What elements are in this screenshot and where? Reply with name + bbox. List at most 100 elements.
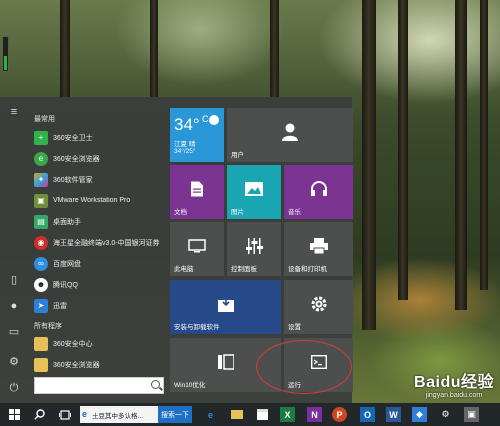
start-search-input[interactable] xyxy=(34,377,164,394)
computer-icon xyxy=(188,239,206,253)
tile-music[interactable]: 音乐 xyxy=(284,165,353,219)
tile-this-pc[interactable]: 此电脑 xyxy=(170,222,224,276)
weather-range: 34°/25° xyxy=(174,148,196,155)
hamburger-menu-icon[interactable]: ≡ xyxy=(7,105,21,119)
task-view-icon[interactable] xyxy=(57,407,72,422)
install-box-icon xyxy=(217,295,234,312)
tile-control-panel[interactable]: 控制面板 xyxy=(227,222,281,276)
onenote-icon[interactable]: N xyxy=(307,407,322,422)
tile-user[interactable]: 用户 xyxy=(227,108,353,162)
baidu-netdisk-icon: ∞ xyxy=(34,256,48,271)
weather-unit: C xyxy=(202,114,209,124)
taskbar-search-input[interactable]: e 土豆其中多认格... xyxy=(80,406,158,423)
tablet-mode-icon[interactable]: ▯ xyxy=(7,273,21,287)
qq-icon: ☻ xyxy=(34,277,48,292)
outlook-icon[interactable]: O xyxy=(360,407,375,422)
app-icon[interactable]: ▣ xyxy=(464,407,479,422)
tile-settings[interactable]: 设置 xyxy=(284,280,353,334)
ie-icon: e xyxy=(82,409,88,419)
neptune-terminal-icon: ◉ xyxy=(34,235,48,250)
app-label: 360安全浏览器 xyxy=(53,361,100,369)
tree-trunk xyxy=(480,0,488,290)
app-label: 360安全浏览器 xyxy=(53,155,100,163)
app-label: 桌面助手 xyxy=(53,218,81,226)
360-software-manager-icon: ✦ xyxy=(34,172,48,187)
app-baidu-netdisk[interactable]: ∞ 百度网盘 xyxy=(34,255,164,272)
volume-level-bar xyxy=(2,36,9,72)
tile-install-uninstall[interactable]: 安装与卸载软件 xyxy=(170,280,281,334)
folder-icon[interactable] xyxy=(229,407,244,422)
folder-icon xyxy=(34,336,48,351)
tile-pictures[interactable]: 图片 xyxy=(227,165,281,219)
app-label: 百度网盘 xyxy=(53,260,81,268)
excel-icon[interactable]: X xyxy=(280,407,295,422)
powerpoint-icon[interactable]: P xyxy=(332,407,347,422)
tile-weather[interactable]: 34° C 江夏 晴 34°/25° xyxy=(170,108,224,162)
tile-label: 此电脑 xyxy=(174,266,194,273)
tile-label: 设置 xyxy=(288,324,301,331)
tile-label: 图片 xyxy=(231,209,244,216)
section-header-all-programs: 所有程序 xyxy=(34,323,62,330)
user-account-icon[interactable]: ● xyxy=(7,299,21,313)
app-360-software-manager[interactable]: ✦ 360软件管家 xyxy=(34,171,164,188)
tree-trunk xyxy=(398,0,408,300)
app-qq[interactable]: ☻ 腾讯QQ xyxy=(34,276,164,293)
tree-trunk xyxy=(60,0,70,98)
app-folder-360-center[interactable]: 360安全中心 xyxy=(34,335,164,352)
app-vmware[interactable]: ▣ VMware Workstation Pro xyxy=(34,192,164,209)
tile-devices-printers[interactable]: 设备和打印机 xyxy=(284,222,353,276)
app-360-browser[interactable]: e 360安全浏览器 xyxy=(34,150,164,167)
weather-condition: 晴 xyxy=(188,141,196,148)
file-explorer-icon[interactable]: ▭ xyxy=(7,325,21,339)
app-icon[interactable]: ◆ xyxy=(412,407,427,422)
tile-label: 设备和打印机 xyxy=(288,266,327,273)
highlight-circle xyxy=(256,340,352,394)
settings-gear-icon[interactable]: ⚙ xyxy=(438,407,453,422)
app-label: 360安全卫士 xyxy=(53,134,93,142)
sliders-icon xyxy=(246,237,263,254)
app-xunlei[interactable]: ➤ 迅雷 xyxy=(34,297,164,314)
app-desktop-assistant[interactable]: ▤ 桌面助手 xyxy=(34,213,164,230)
word-icon[interactable]: W xyxy=(386,407,401,422)
xunlei-icon: ➤ xyxy=(34,298,48,313)
app-list: 最常用 + 360安全卫士 e 360安全浏览器 ✦ 360软件管家 ▣ VMw… xyxy=(28,97,166,403)
tile-label: 用户 xyxy=(231,152,244,159)
watermark-logo: Baidu经验 xyxy=(414,374,494,391)
edge-browser-icon[interactable]: e xyxy=(203,407,218,422)
tile-label: 音乐 xyxy=(288,209,301,216)
settings-gear-icon[interactable]: ⚙ xyxy=(7,355,21,369)
tree-trunk xyxy=(362,0,376,330)
window-icon xyxy=(217,354,234,370)
app-label: 腾讯QQ xyxy=(53,281,78,289)
tile-documents[interactable]: 文档 xyxy=(170,165,224,219)
section-header-frequent: 最常用 xyxy=(34,116,55,123)
baidu-jingyan-watermark: Baidu经验 jingyan.baidu.com xyxy=(414,368,494,399)
weather-location: 江夏 晴 xyxy=(174,138,195,148)
tree-trunk xyxy=(455,0,467,310)
picture-icon xyxy=(245,181,263,196)
windows-start-icon[interactable] xyxy=(7,407,22,422)
360-safe-icon: + xyxy=(34,130,48,145)
app-label: 360软件管家 xyxy=(53,176,93,184)
tile-label: Win10优化 xyxy=(174,382,206,389)
app-360-safe[interactable]: + 360安全卫士 xyxy=(34,129,164,146)
weather-temperature: 34° xyxy=(174,115,200,134)
tile-label: 文档 xyxy=(174,209,187,216)
app-folder-360-browser[interactable]: 360安全浏览器 xyxy=(34,356,164,373)
search-icon[interactable] xyxy=(32,407,47,422)
power-icon[interactable]: ⏻ xyxy=(7,381,21,395)
app-neptune-terminal[interactable]: ◉ 海王星全融终端v3.0-中国银河证券 xyxy=(34,234,164,251)
weather-city: 江夏 xyxy=(174,141,187,148)
tile-label: 控制面板 xyxy=(231,266,257,273)
search-icon[interactable] xyxy=(151,380,160,389)
app-label: 海王星全融终端v3.0-中国银河证券 xyxy=(53,239,160,247)
start-left-rail: ≡ ▯ ● ▭ ⚙ ⏻ xyxy=(0,97,28,403)
headphones-icon xyxy=(310,180,327,196)
gear-icon xyxy=(311,296,326,312)
store-icon[interactable] xyxy=(255,407,270,422)
vmware-icon: ▣ xyxy=(34,193,48,208)
desktop-assistant-icon: ▤ xyxy=(34,214,48,229)
taskbar-search-button[interactable]: 搜索一下 xyxy=(158,406,192,423)
360-browser-icon: e xyxy=(34,151,48,166)
sun-icon xyxy=(209,115,219,125)
